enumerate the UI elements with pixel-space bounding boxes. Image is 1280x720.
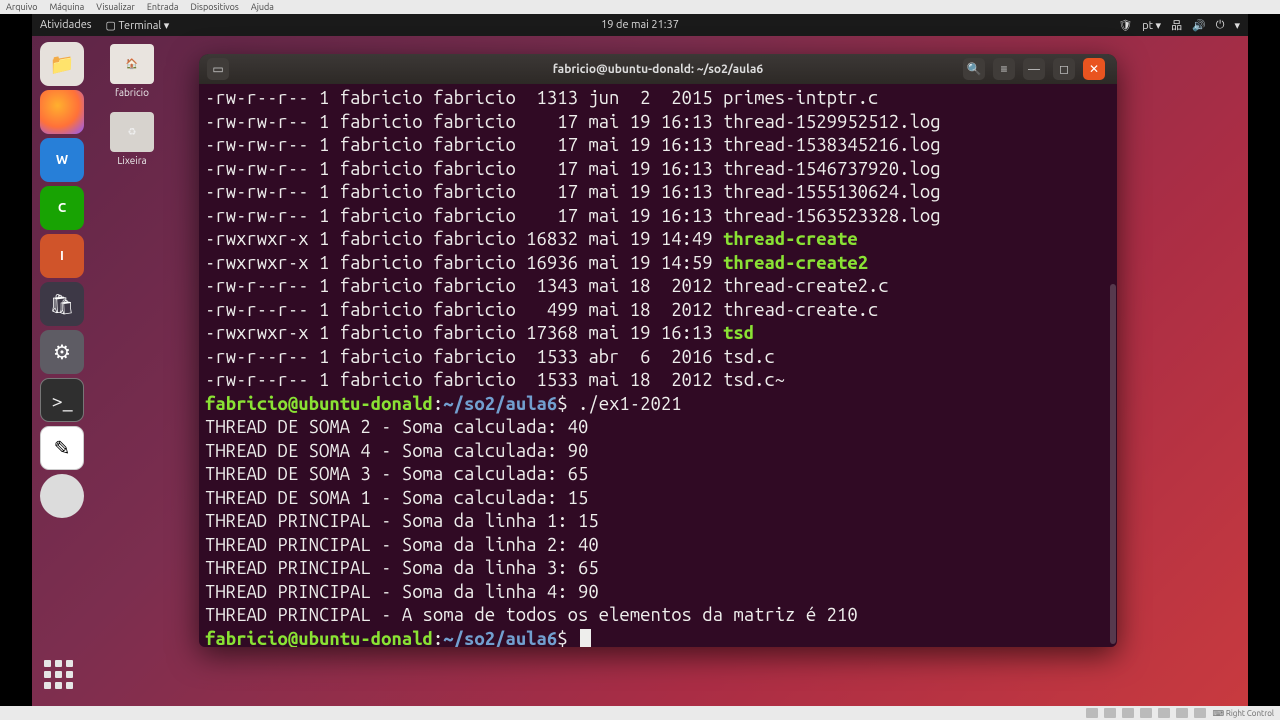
vm-indicator-icon[interactable] bbox=[1158, 708, 1170, 718]
ls-row: -rw-rw-r-- 1 fabricio fabricio 17 mai 19… bbox=[205, 158, 1111, 182]
system-menu-chevron-icon[interactable]: ▾ bbox=[1234, 19, 1240, 32]
output-line: THREAD PRINCIPAL - Soma da linha 4: 90 bbox=[205, 581, 1111, 605]
dock-impress[interactable]: I bbox=[40, 234, 84, 278]
vm-indicator-icon[interactable] bbox=[1122, 708, 1134, 718]
ls-row: -rw-r--r-- 1 fabricio fabricio 1533 abr … bbox=[205, 346, 1111, 370]
desktop-icon-label: fabricio bbox=[102, 87, 162, 98]
output-line: THREAD DE SOMA 2 - Soma calculada: 40 bbox=[205, 416, 1111, 440]
vm-indicator-icon[interactable] bbox=[1194, 708, 1206, 718]
ubuntu-desktop: Atividades ▢ Terminal ▾ 19 de mai 21:37 … bbox=[32, 14, 1248, 706]
current-app-menu[interactable]: ▢ Terminal ▾ bbox=[106, 19, 170, 32]
maximize-button[interactable]: ◻ bbox=[1053, 58, 1075, 80]
volume-icon[interactable]: 🔊 bbox=[1192, 19, 1206, 32]
ubuntu-dock: 📁 W C I 🛍 ⚙ >_ ✎ bbox=[35, 42, 89, 518]
terminal-title: fabricio@ubuntu-donald: ~/so2/aula6 bbox=[553, 63, 763, 76]
vm-indicator-icon[interactable] bbox=[1086, 708, 1098, 718]
dock-firefox[interactable] bbox=[40, 90, 84, 134]
prompt-line[interactable]: fabricio@ubuntu-donald:~/so2/aula6$ bbox=[205, 628, 1111, 648]
ls-row: -rwxrwxr-x 1 fabricio fabricio 16936 mai… bbox=[205, 252, 1111, 276]
ls-row: -rw-rw-r-- 1 fabricio fabricio 17 mai 19… bbox=[205, 134, 1111, 158]
network-icon[interactable]: 品 bbox=[1171, 17, 1182, 33]
terminal-scrollbar[interactable] bbox=[1110, 284, 1116, 644]
terminal-body[interactable]: -rw-r--r-- 1 fabricio fabricio 1313 jun … bbox=[199, 84, 1117, 647]
dock-files[interactable]: 📁 bbox=[40, 42, 84, 86]
minimize-button[interactable]: — bbox=[1023, 58, 1045, 80]
security-icon[interactable]: 🛡 bbox=[1118, 19, 1132, 32]
language-indicator[interactable]: pt ▾ bbox=[1142, 19, 1161, 32]
ls-row: -rw-r--r-- 1 fabricio fabricio 1313 jun … bbox=[205, 87, 1111, 111]
home-folder-icon: 🏠 bbox=[110, 44, 154, 84]
gnome-topbar: Atividades ▢ Terminal ▾ 19 de mai 21:37 … bbox=[32, 14, 1248, 36]
ls-row: -rw-rw-r-- 1 fabricio fabricio 17 mai 19… bbox=[205, 205, 1111, 229]
dock-settings[interactable]: ⚙ bbox=[40, 330, 84, 374]
vm-host-statusbar: ⌨ Right Control bbox=[0, 706, 1280, 720]
output-line: THREAD PRINCIPAL - Soma da linha 2: 40 bbox=[205, 534, 1111, 558]
dock-software[interactable]: 🛍 bbox=[40, 282, 84, 326]
ls-row: -rwxrwxr-x 1 fabricio fabricio 17368 mai… bbox=[205, 322, 1111, 346]
ls-row: -rw-r--r-- 1 fabricio fabricio 1533 mai … bbox=[205, 369, 1111, 393]
output-line: THREAD DE SOMA 3 - Soma calculada: 65 bbox=[205, 463, 1111, 487]
dock-text-editor[interactable]: ✎ bbox=[40, 426, 84, 470]
terminal-window: ▭ fabricio@ubuntu-donald: ~/so2/aula6 🔍 … bbox=[199, 54, 1117, 647]
vm-menu-item[interactable]: Entrada bbox=[147, 2, 179, 12]
new-tab-button[interactable]: ▭ bbox=[207, 58, 229, 80]
dock-writer[interactable]: W bbox=[40, 138, 84, 182]
vm-indicator-icon[interactable] bbox=[1140, 708, 1152, 718]
ls-row: -rwxrwxr-x 1 fabricio fabricio 16832 mai… bbox=[205, 228, 1111, 252]
terminal-titlebar[interactable]: ▭ fabricio@ubuntu-donald: ~/so2/aula6 🔍 … bbox=[199, 54, 1117, 84]
dock-disc[interactable] bbox=[40, 474, 84, 518]
clock[interactable]: 19 de mai 21:37 bbox=[601, 19, 679, 31]
vm-indicator-icon[interactable] bbox=[1104, 708, 1116, 718]
prompt-line: fabricio@ubuntu-donald:~/so2/aula6$ ./ex… bbox=[205, 393, 1111, 417]
search-button[interactable]: 🔍 bbox=[963, 58, 985, 80]
ls-row: -rw-rw-r-- 1 fabricio fabricio 17 mai 19… bbox=[205, 111, 1111, 135]
cursor bbox=[580, 629, 591, 648]
ls-row: -rw-r--r-- 1 fabricio fabricio 1343 mai … bbox=[205, 275, 1111, 299]
desktop-home-icon[interactable]: 🏠 fabricio bbox=[102, 44, 162, 98]
activities-button[interactable]: Atividades bbox=[40, 19, 92, 31]
vm-hostkey-label: ⌨ Right Control bbox=[1212, 709, 1274, 718]
vm-menu-item[interactable]: Ajuda bbox=[251, 2, 274, 12]
output-line: THREAD DE SOMA 4 - Soma calculada: 90 bbox=[205, 440, 1111, 464]
vm-indicator-icon[interactable] bbox=[1176, 708, 1188, 718]
trash-icon: ♻ bbox=[110, 112, 154, 152]
vm-menu-item[interactable]: Dispositivos bbox=[191, 2, 239, 12]
desktop-icon-label: Lixeira bbox=[102, 155, 162, 166]
vm-menu-item[interactable]: Máquina bbox=[49, 2, 84, 12]
power-icon[interactable]: ⏻ bbox=[1216, 19, 1225, 32]
vm-host-menubar[interactable]: Arquivo Máquina Visualizar Entrada Dispo… bbox=[0, 0, 1280, 14]
output-line: THREAD DE SOMA 1 - Soma calculada: 15 bbox=[205, 487, 1111, 511]
vm-menu-item[interactable]: Visualizar bbox=[96, 2, 135, 12]
close-button[interactable]: ✕ bbox=[1083, 58, 1105, 80]
ls-row: -rw-r--r-- 1 fabricio fabricio 499 mai 1… bbox=[205, 299, 1111, 323]
show-applications-button[interactable] bbox=[44, 660, 80, 696]
dock-calc[interactable]: C bbox=[40, 186, 84, 230]
hamburger-menu-button[interactable]: ≡ bbox=[993, 58, 1015, 80]
output-line: THREAD PRINCIPAL - A soma de todos os el… bbox=[205, 604, 1111, 628]
vm-menu-item[interactable]: Arquivo bbox=[6, 2, 37, 12]
ls-row: -rw-rw-r-- 1 fabricio fabricio 17 mai 19… bbox=[205, 181, 1111, 205]
dock-terminal[interactable]: >_ bbox=[40, 378, 84, 422]
output-line: THREAD PRINCIPAL - Soma da linha 1: 15 bbox=[205, 510, 1111, 534]
desktop-trash-icon[interactable]: ♻ Lixeira bbox=[102, 112, 162, 166]
output-line: THREAD PRINCIPAL - Soma da linha 3: 65 bbox=[205, 557, 1111, 581]
